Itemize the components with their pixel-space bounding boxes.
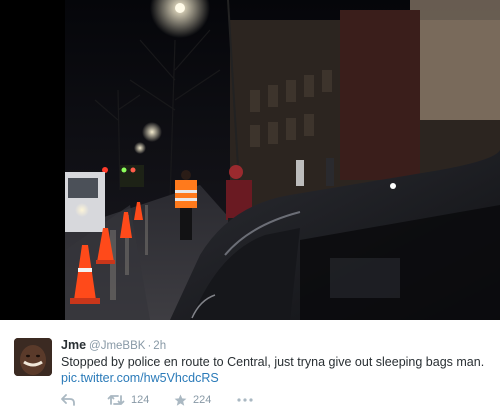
favorite-button[interactable]: 224: [174, 392, 211, 408]
user-name[interactable]: Jme: [61, 338, 86, 352]
more-button[interactable]: [237, 392, 253, 408]
tweet-time[interactable]: 2h: [153, 340, 166, 352]
tweet-card: Jme @JmeBBK · 2h Stopped by police en route…: [0, 320, 500, 417]
avatar[interactable]: [14, 338, 52, 376]
tweet-header: Jme @JmeBBK · 2h: [61, 337, 166, 353]
user-handle[interactable]: @JmeBBK: [89, 340, 145, 352]
retweet-count: 124: [131, 394, 150, 406]
separator: ·: [147, 340, 152, 352]
reply-icon: [61, 394, 75, 406]
tweet-photo[interactable]: [0, 0, 500, 320]
tweet-actions: 124 224: [61, 392, 341, 408]
reply-button[interactable]: [61, 392, 75, 408]
more-dots-icon: [237, 398, 253, 402]
tweet-link[interactable]: pic.twitter.com/hw5VhcdcRS: [61, 370, 219, 386]
tweet-text: Stopped by police en route to Central, j…: [61, 355, 485, 369]
favorite-count: 224: [193, 394, 212, 406]
retweet-button[interactable]: 124: [107, 392, 149, 408]
retweet-icon: [107, 394, 125, 406]
star-icon: [174, 394, 187, 407]
